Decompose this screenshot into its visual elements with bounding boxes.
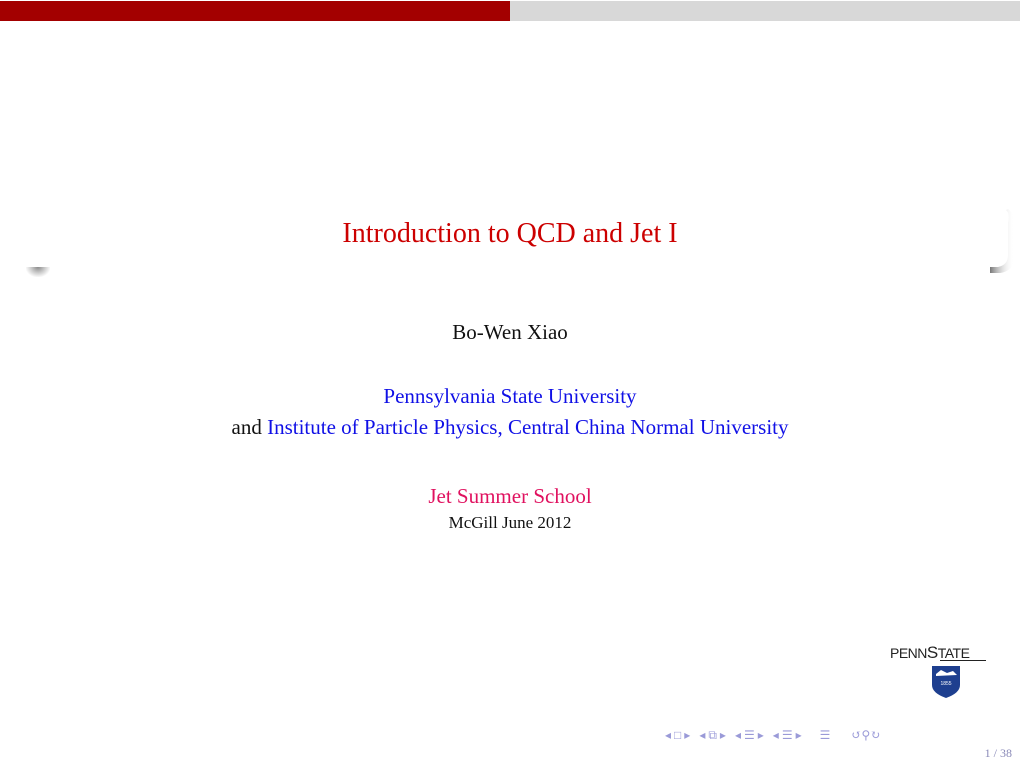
nav-right-arrow[interactable]: ▸: [758, 728, 764, 743]
event-name: Jet Summer School: [428, 484, 592, 508]
align-icon[interactable]: ☰: [820, 728, 831, 743]
nav-left-arrow[interactable]: ◂: [699, 728, 705, 743]
conjunction-text: and: [231, 415, 262, 439]
page-number: 1 / 38: [984, 746, 1012, 760]
logo-rule: [940, 660, 986, 661]
undo-icon[interactable]: ↺: [851, 728, 861, 743]
progress-fill: [0, 1, 510, 21]
search-icon[interactable]: ⚲: [861, 728, 870, 743]
nav-right-arrow[interactable]: ▸: [684, 728, 690, 743]
pennstate-logo: PENNSTATE 1855: [888, 643, 988, 703]
subsection-icon[interactable]: ⧉: [708, 728, 717, 743]
svg-text:1855: 1855: [940, 681, 951, 687]
beamer-navigation: ◂ □ ▸ ◂ ⧉ ▸ ◂ ☰ ▸ ◂ ☰ ▸ ☰ ↺ ⚲ ↻: [665, 727, 880, 743]
nav-left-arrow[interactable]: ◂: [665, 728, 671, 743]
institution-link-1[interactable]: Pennsylvania State University: [0, 384, 1020, 409]
shield-icon: 1855: [932, 666, 960, 698]
decorative-shadow-left: [26, 267, 50, 277]
nav-right-arrow[interactable]: ▸: [796, 728, 802, 743]
institution-link-2[interactable]: Institute of Particle Physics, Central C…: [267, 415, 788, 439]
event-date: McGill June 2012: [448, 513, 572, 532]
redo-icon[interactable]: ↻: [870, 728, 880, 743]
slide-title: Introduction to QCD and Jet I: [342, 218, 678, 249]
nav-left-arrow[interactable]: ◂: [735, 728, 741, 743]
institution-line-2: and Institute of Particle Physics, Centr…: [0, 415, 1020, 440]
nav-right-arrow[interactable]: ▸: [720, 728, 726, 743]
document-icon[interactable]: ☰: [782, 728, 793, 743]
nav-left-arrow[interactable]: ◂: [773, 728, 779, 743]
section-icon[interactable]: ☰: [744, 728, 755, 743]
progress-bar: [0, 1, 1020, 21]
frame-icon[interactable]: □: [674, 728, 681, 743]
author-name: Bo-Wen Xiao: [452, 320, 568, 344]
